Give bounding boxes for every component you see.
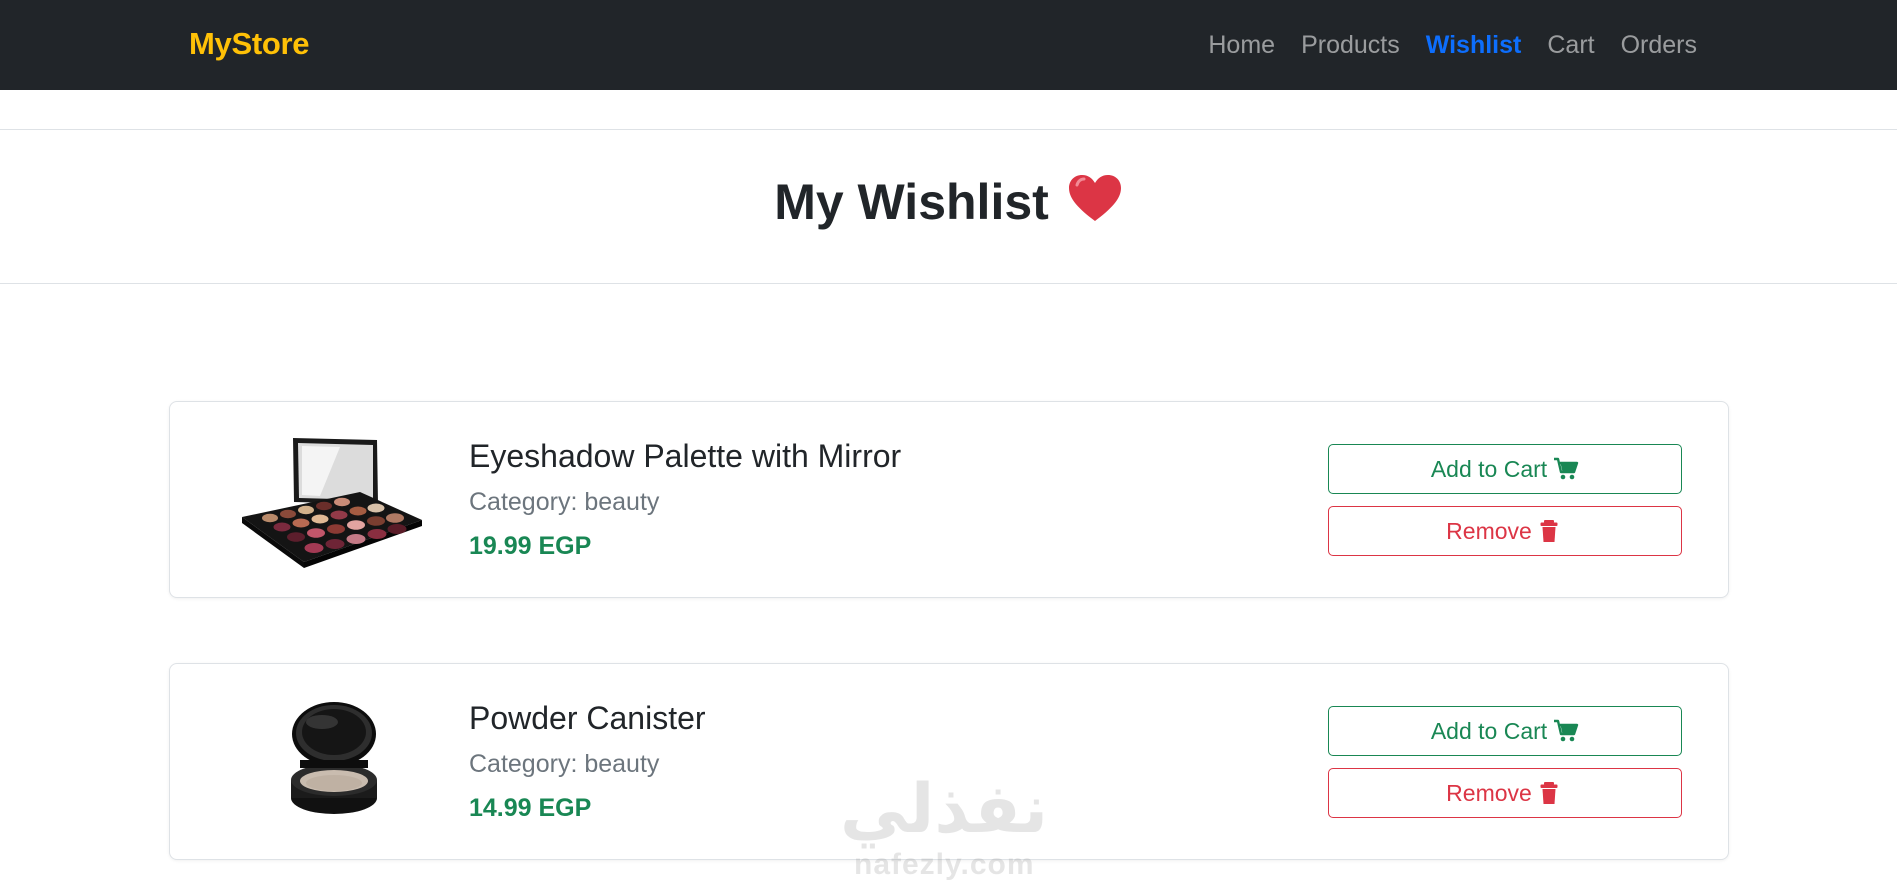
watermark-arabic: نفذلي (840, 770, 1049, 849)
nav-products[interactable]: Products (1301, 29, 1400, 61)
item-name[interactable]: Eyeshadow Palette with Mirror (469, 436, 901, 476)
nav-home[interactable]: Home (1208, 29, 1275, 61)
remove-button[interactable]: Remove (1328, 506, 1682, 556)
item-name[interactable]: Powder Canister (469, 698, 706, 738)
add-to-cart-label: Add to Cart (1430, 455, 1548, 482)
nav-wishlist[interactable]: Wishlist (1426, 29, 1522, 61)
add-to-cart-label: Add to Cart (1430, 717, 1548, 744)
item-category-label: Category: (469, 488, 578, 516)
trash-icon (1540, 520, 1558, 542)
heart-icon (1068, 175, 1121, 221)
wishlist-item-card: Eyeshadow Palette with Mirror Category: … (169, 401, 1729, 598)
add-to-cart-button[interactable]: Add to Cart (1328, 444, 1682, 494)
add-to-cart-button[interactable]: Add to Cart (1328, 706, 1682, 756)
cart-icon (1554, 457, 1579, 480)
item-price: 14.99 EGP (469, 794, 592, 822)
nav-links: Home Products Wishlist Cart Orders (1208, 29, 1697, 61)
cart-icon (1554, 719, 1579, 742)
item-price: 19.99 EGP (469, 532, 592, 560)
trash-icon (1540, 782, 1558, 804)
item-category-value: beauty (584, 488, 660, 516)
remove-button[interactable]: Remove (1328, 768, 1682, 818)
powder-canister-image (291, 702, 377, 814)
watermark: نفذلي nafezly.com (830, 770, 1070, 885)
navbar: MyStore Home Products Wishlist Cart Orde… (0, 0, 1897, 90)
item-category-label: Category: (469, 750, 578, 778)
brand-logo[interactable]: MyStore (189, 26, 310, 62)
page-title-text: My Wishlist (774, 174, 1049, 230)
remove-label: Remove (1446, 779, 1532, 806)
item-category: Category: beauty (469, 748, 659, 780)
remove-label: Remove (1446, 517, 1532, 544)
page-title: My Wishlist (0, 172, 1897, 232)
item-category: Category: beauty (469, 486, 659, 518)
item-category-value: beauty (584, 750, 660, 778)
watermark-latin: nafezly.com (854, 848, 1035, 881)
nav-orders[interactable]: Orders (1621, 29, 1697, 61)
eyeshadow-palette-image (242, 438, 422, 568)
nav-cart[interactable]: Cart (1547, 29, 1594, 61)
